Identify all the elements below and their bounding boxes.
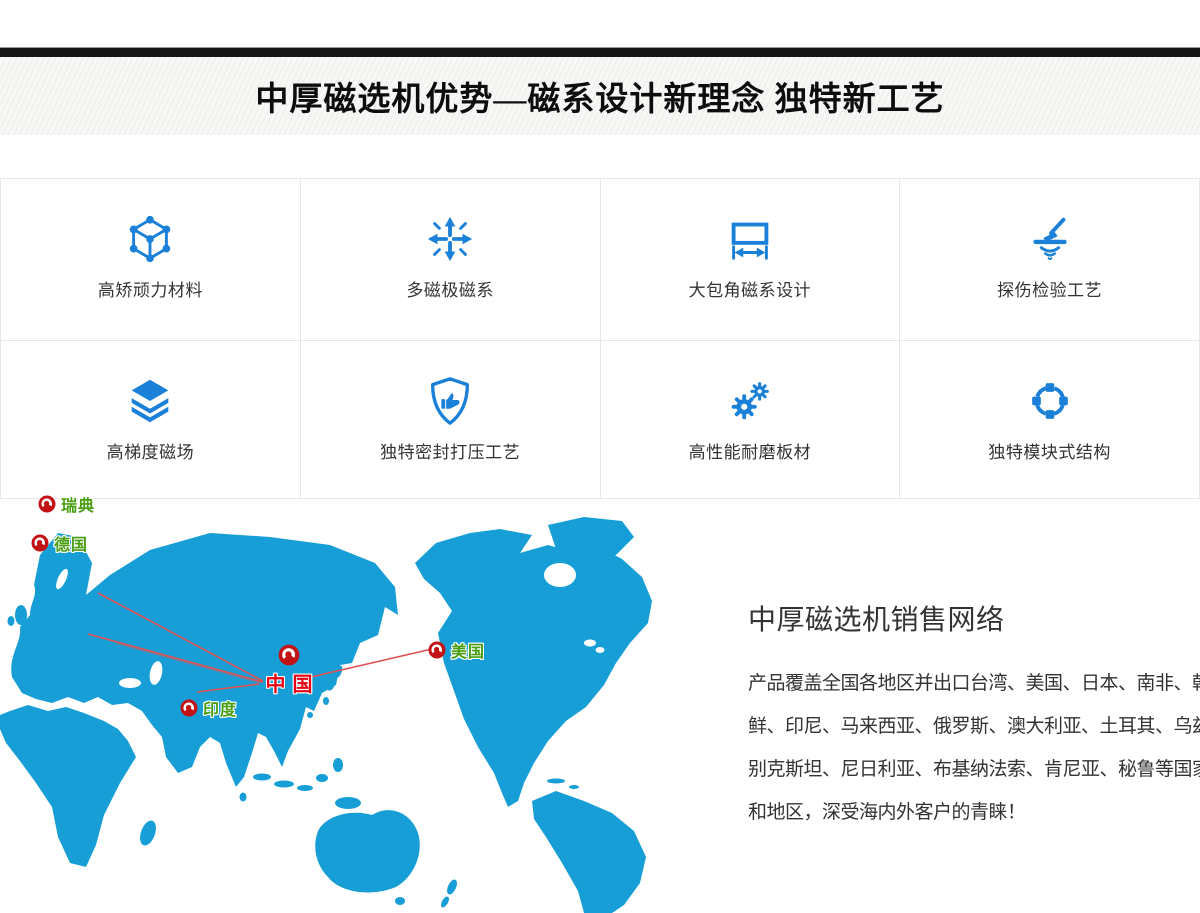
map-marker-sweden: 瑞典	[38, 492, 95, 516]
feature-cell-flaw-detection: 探伤检验工艺	[900, 179, 1200, 341]
page-title: 中厚磁选机优势—磁系设计新理念 独特新工艺	[255, 72, 944, 120]
company-logo-pin-icon	[278, 644, 300, 666]
feature-cell-high-gradient: 高梯度磁场	[1, 341, 301, 499]
modular-ring-icon	[1023, 374, 1077, 428]
marker-label-usa: 美国	[451, 638, 485, 662]
map-marker-germany: 德国	[31, 531, 88, 555]
feature-label: 高梯度磁场	[107, 438, 195, 463]
sales-network-heading: 中厚磁选机销售网络	[748, 598, 1200, 638]
sales-network-section: 中厚磁选机销售网络 产品覆盖全国各地区并出口台湾、美国、日本、南非、朝 鲜、印尼…	[748, 598, 1200, 834]
paragraph-line: 和地区，深受海内外客户的青睐！	[748, 791, 1200, 834]
map-marker-usa: 美国	[428, 638, 485, 662]
gears-icon	[723, 374, 777, 428]
feature-label: 独特模块式结构	[988, 438, 1111, 463]
feature-grid: 高矫顽力材料 多磁极磁系	[0, 178, 1200, 499]
company-logo-pin-icon	[180, 699, 198, 717]
company-logo-pin-icon	[428, 641, 446, 659]
world-map-graphic	[0, 515, 720, 913]
sales-network-paragraph: 产品覆盖全国各地区并出口台湾、美国、日本、南非、朝 鲜、印尼、马来西亚、俄罗斯、…	[748, 662, 1200, 834]
paragraph-line: 鲜、印尼、马来西亚、俄罗斯、澳大利亚、土耳其、乌兹	[748, 705, 1200, 748]
lattice-cube-icon	[123, 212, 177, 266]
company-logo-pin-icon	[38, 495, 56, 513]
feature-cell-multi-pole: 多磁极磁系	[301, 179, 601, 341]
feature-cell-sealing-process: 独特密封打压工艺	[301, 341, 601, 499]
feature-cell-modular-structure: 独特模块式结构	[900, 341, 1200, 499]
feature-label: 多磁极磁系	[406, 276, 494, 301]
shield-thumb-icon	[423, 374, 477, 428]
layers-icon	[123, 374, 177, 428]
map-marker-china: 中国	[254, 644, 324, 697]
feature-label: 探伤检验工艺	[997, 276, 1102, 301]
radiating-arrows-icon	[423, 212, 477, 266]
feature-label: 高性能耐磨板材	[689, 438, 812, 463]
feature-label: 高矫顽力材料	[98, 276, 203, 301]
marker-label-china: 中国	[259, 668, 320, 697]
feature-label: 大包角磁系设计	[689, 276, 812, 301]
width-measure-icon	[723, 212, 777, 266]
marker-label-germany: 德国	[54, 531, 88, 555]
marker-label-sweden: 瑞典	[61, 492, 95, 516]
title-band: 中厚磁选机优势—磁系设计新理念 独特新工艺	[0, 57, 1200, 135]
map-marker-india: 印度	[180, 696, 237, 720]
feature-label: 独特密封打压工艺	[380, 438, 520, 463]
top-divider-bar	[0, 47, 1200, 57]
world-map: 瑞典 德国 中国 印度 美国	[0, 515, 720, 913]
flaw-probe-icon	[1023, 212, 1077, 266]
feature-cell-high-coercivity: 高矫顽力材料	[1, 179, 301, 341]
feature-cell-wear-plate: 高性能耐磨板材	[601, 341, 901, 499]
paragraph-line: 产品覆盖全国各地区并出口台湾、美国、日本、南非、朝	[748, 662, 1200, 705]
paragraph-line: 别克斯坦、尼日利亚、布基纳法索、肯尼亚、秘鲁等国家	[748, 748, 1200, 791]
company-logo-pin-icon	[31, 534, 49, 552]
marker-label-india: 印度	[203, 696, 237, 720]
feature-cell-wrap-angle: 大包角磁系设计	[601, 179, 901, 341]
